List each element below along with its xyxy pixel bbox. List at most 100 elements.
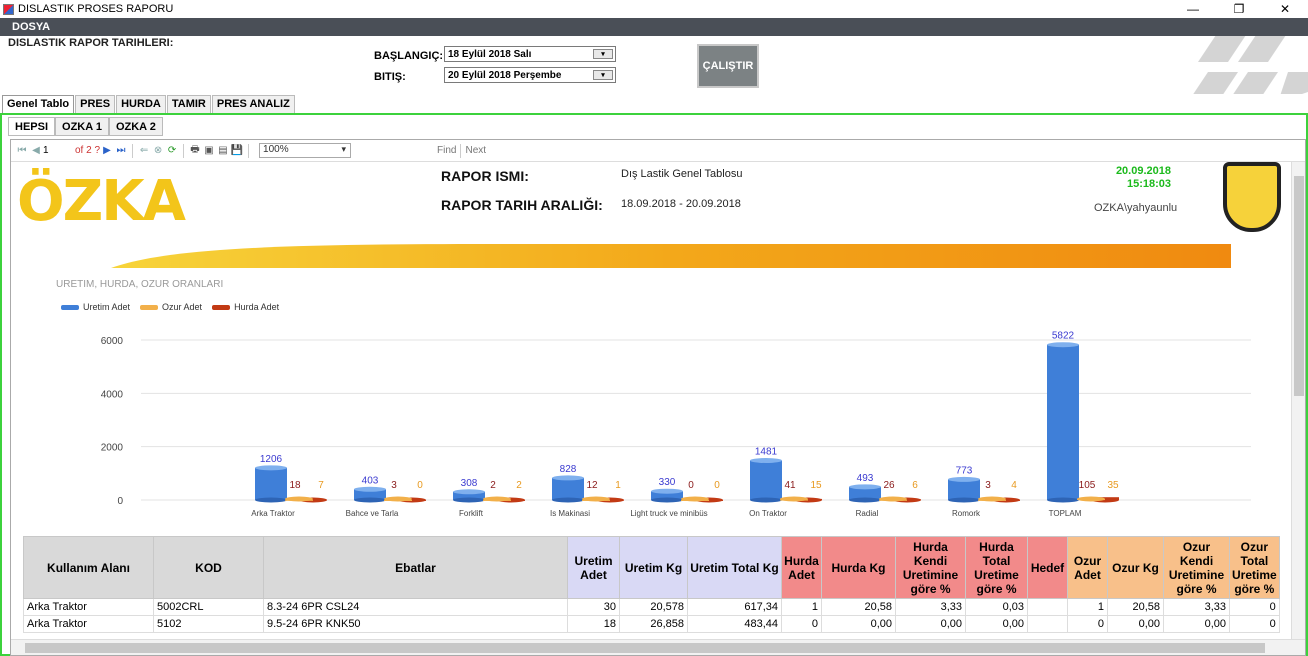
page-number-input[interactable] [43, 143, 75, 158]
data-label-uretim: 828 [560, 464, 577, 475]
legend-label: Ozur Adet [162, 302, 203, 312]
bar-ozur-base [483, 496, 511, 502]
maximize-button[interactable]: ❐ [1216, 0, 1262, 18]
title-bar: DISLASTIK PROSES RAPORU — ❐ ✕ [0, 0, 1308, 18]
calendar-dropdown-icon[interactable]: ▾ [593, 70, 613, 80]
next-page-icon[interactable]: ▶ [100, 145, 114, 156]
data-label-ozur: 1 [615, 480, 621, 491]
bar-uretim-base [552, 497, 584, 503]
table-cell: 5002CRL [153, 598, 264, 616]
tire-tread-graphic [1193, 36, 1308, 94]
x-tick-label: Forklift [459, 509, 484, 518]
bar-uretim-top [948, 476, 980, 482]
tab-pres-analiz[interactable]: PRES ANALIZ [211, 95, 295, 113]
data-label-ozur: 4 [1011, 480, 1017, 491]
horizontal-scrollbar[interactable] [11, 639, 1305, 655]
tab-genel-tablo[interactable]: Genel Tablo [2, 95, 75, 113]
bar-uretim-base [651, 497, 683, 503]
tab-ozka-2[interactable]: OZKA 2 [108, 117, 163, 136]
stop-icon[interactable]: ⊗ [151, 145, 165, 156]
bar-uretim-top [1047, 342, 1079, 348]
column-header: Hurda Total Uretime göre % [965, 536, 1028, 599]
minimize-button[interactable]: — [1170, 0, 1216, 18]
table-cell: 483,44 [687, 615, 782, 633]
legend-label: Hurda Adet [234, 302, 280, 312]
start-date-label: BAŞLANGIÇ: [374, 50, 444, 62]
run-button[interactable]: ÇALIŞTIR [697, 44, 759, 88]
table-cell: 8.3-24 6PR CSL24 [263, 598, 568, 616]
back-icon[interactable]: ⇐ [137, 145, 151, 156]
refresh-icon[interactable]: ⟳ [165, 145, 179, 156]
legend-label: Uretim Adet [83, 302, 131, 312]
bar-ozur-base [681, 496, 709, 502]
y-tick-label: 0 [117, 496, 123, 507]
tab-pres[interactable]: PRES [75, 95, 116, 113]
date-section-label: DISLASTIK RAPOR TARIHLERI: [8, 37, 174, 49]
report-page: ÖZKA RAPOR ISMI: Dış Lastik Genel Tablos… [11, 162, 1291, 640]
table-cell: 0,00 [965, 615, 1028, 633]
legend-swatch-uretim [61, 304, 79, 310]
export-icon[interactable]: 💾 [230, 145, 244, 156]
tab-ozka-1[interactable]: OZKA 1 [55, 117, 109, 136]
data-label-hurda: 3 [391, 480, 397, 491]
end-date-value: 20 Eylül 2018 Perşembe [448, 69, 562, 81]
bar-ozur-base [384, 496, 412, 502]
scroll-thumb[interactable] [1294, 176, 1304, 396]
start-date-value: 18 Eylül 2018 Salı [448, 48, 532, 60]
bar-uretim-top [651, 488, 683, 494]
data-label-uretim: 403 [362, 475, 379, 486]
table-row: Arka Traktor 5102 9.5-24 6PR KNK50 18 26,858… [23, 615, 1280, 633]
table-cell: 0 [1067, 615, 1108, 633]
page-count: of 2 ? [75, 145, 101, 156]
last-page-icon[interactable]: ⏭ [114, 145, 128, 156]
start-date-picker[interactable]: 18 Eylül 2018 Salı ▾ [444, 46, 616, 62]
table-cell: 30 [567, 598, 620, 616]
table-cell: 617,34 [687, 598, 782, 616]
table-cell: 20,58 [821, 598, 896, 616]
table-row: Arka Traktor 5002CRL 8.3-24 6PR CSL24 30 20,… [23, 598, 1280, 616]
table-cell: Arka Traktor [23, 615, 154, 633]
zoom-select[interactable]: 100% [259, 143, 352, 158]
window-title: DISLASTIK PROSES RAPORU [18, 3, 174, 15]
calendar-dropdown-icon[interactable]: ▾ [593, 49, 613, 59]
column-header: Uretim Total Kg [687, 536, 782, 599]
print-date: 20.09.2018 [1115, 165, 1171, 177]
menu-dosya[interactable]: DOSYA [0, 21, 62, 33]
previous-page-icon[interactable]: ◀ [29, 145, 43, 156]
table-cell: 1 [1067, 598, 1108, 616]
data-label-ozur: 35 [1107, 480, 1119, 491]
find-link[interactable]: Find [437, 145, 456, 156]
table-cell: 9.5-24 6PR KNK50 [263, 615, 568, 633]
end-date-picker[interactable]: 20 Eylül 2018 Perşembe ▾ [444, 67, 616, 83]
y-tick-label: 6000 [101, 336, 124, 347]
x-tick-label: Arka Traktor [251, 509, 295, 518]
print-time: 15:18:03 [1126, 178, 1171, 190]
bar-uretim [1047, 344, 1079, 500]
next-link[interactable]: Next [465, 145, 486, 156]
data-label-uretim: 330 [659, 477, 676, 488]
close-button[interactable]: ✕ [1262, 0, 1308, 18]
table-cell: 0,03 [965, 598, 1028, 616]
tab-tamir[interactable]: TAMIR [166, 95, 211, 113]
print-icon[interactable]: 🖶 [188, 142, 202, 159]
table-cell: 3,33 [1163, 598, 1230, 616]
table-cell: 20,58 [1107, 598, 1164, 616]
tab-hepsi[interactable]: HEPSI [8, 117, 56, 136]
x-tick-label: TOPLAM [1049, 509, 1082, 518]
legend-hurda: Hurda Adet [212, 302, 279, 312]
report-range-label: RAPOR TARIH ARALIĞI: [441, 197, 603, 213]
print-layout-icon[interactable]: ▣ [202, 145, 216, 156]
scroll-thumb[interactable] [25, 643, 1265, 653]
page-setup-icon[interactable]: ▤ [216, 145, 230, 156]
bar-uretim-base [849, 497, 881, 503]
data-label-ozur: 2 [516, 480, 522, 491]
tab-hurda[interactable]: HURDA [116, 95, 166, 113]
data-label-hurda: 0 [688, 480, 694, 491]
table-cell: 0,00 [1107, 615, 1164, 633]
first-page-icon[interactable]: ⏮ [15, 145, 29, 156]
column-header: Kullanım Alanı [23, 536, 154, 599]
vertical-scrollbar[interactable] [1291, 162, 1305, 640]
bar-chart: 6000400020000120618 7Arka Traktor403 3 0Bah… [101, 331, 1251, 518]
table-cell: 20,578 [619, 598, 688, 616]
bar-uretim-top [849, 484, 881, 490]
